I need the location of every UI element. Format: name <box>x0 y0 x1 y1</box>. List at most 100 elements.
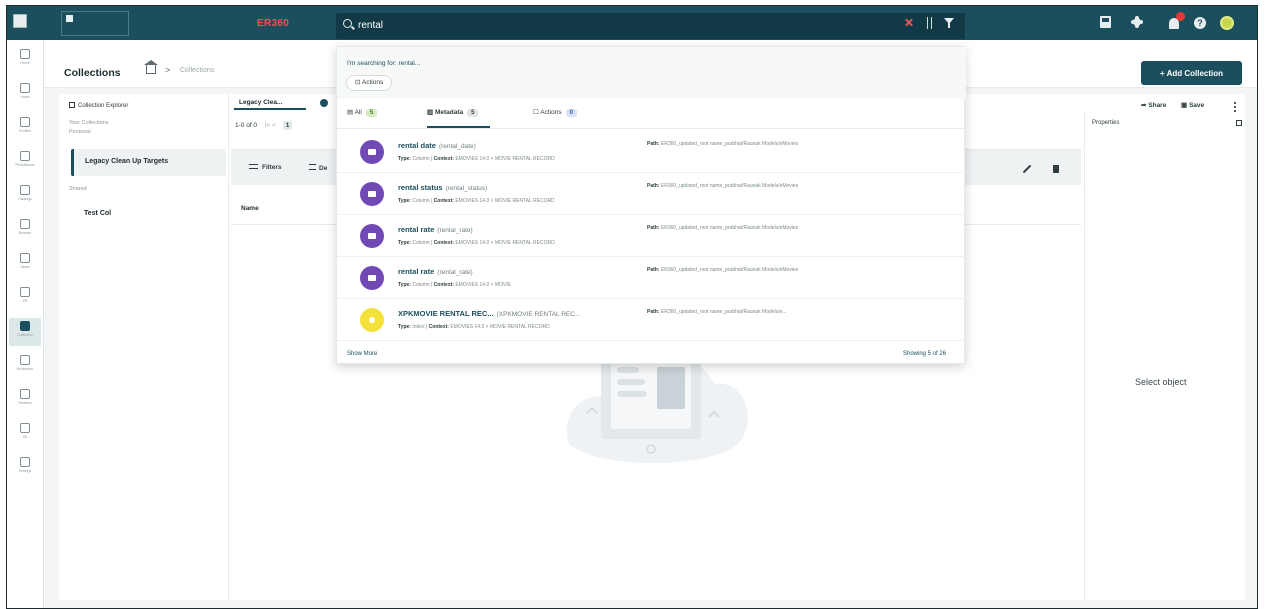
path-value: ER360_updated_root name_prabhat/Raunak M… <box>660 225 799 231</box>
result-tech-name: (XPKMOVIE RENTAL REC... <box>496 311 581 318</box>
show-more-link[interactable]: Show More <box>347 351 377 357</box>
pager: 1-0 of 0 |< < 1 <box>235 121 293 130</box>
product-name: ER360 <box>257 18 290 29</box>
result-path: Path: ER360_updated_root name_prabhat/Ra… <box>647 183 798 189</box>
result-item[interactable]: rental status (rental_status) Type: Colum… <box>337 173 966 215</box>
pager-prev-button[interactable]: |< < <box>265 122 276 129</box>
result-item[interactable]: rental date (rental_date) Type: Column | … <box>337 131 966 173</box>
clear-search-icon[interactable] <box>904 18 913 27</box>
result-name: XPKMOVIE RENTAL REC... (XPKMOVIE RENTAL R… <box>398 309 580 318</box>
home-icon[interactable] <box>144 60 158 74</box>
explorer-title: Collection Explorer <box>69 102 128 109</box>
sidebar-toggle-icon[interactable] <box>69 102 75 108</box>
tab-all[interactable]: ▤ All 5 <box>347 108 378 117</box>
path-label: Path: <box>647 309 660 315</box>
panel-toggle-icon[interactable] <box>1236 120 1242 126</box>
theme-toggle-icon[interactable] <box>1133 18 1141 26</box>
index-icon <box>360 308 384 332</box>
tab-metadata[interactable]: ▥ Metadata 5 <box>427 108 491 128</box>
filter-icon[interactable] <box>944 18 954 28</box>
company-logo <box>61 11 129 36</box>
result-item[interactable]: XPKMOVIE RENTAL REC... (XPKMOVIE RENTAL R… <box>337 299 966 341</box>
type-label: Type: <box>398 198 411 204</box>
nav-views[interactable]: Views <box>9 250 41 278</box>
result-tech-name: (rental_rate) <box>437 269 473 276</box>
description-button[interactable]: De <box>309 164 327 172</box>
nav-git[interactable]: Git <box>9 420 41 448</box>
nav-collection[interactable]: Collection <box>9 318 41 346</box>
breadcrumb-current: Collections <box>180 67 215 74</box>
result-item[interactable]: rental rate (rental_rate) Type: Column | … <box>337 257 966 299</box>
nav-label: ER <box>22 299 28 303</box>
path-value: ER360_updated_root name_prabhat/Raunak M… <box>660 183 799 189</box>
result-path: Path: ER360_updated_root name_prabhat/Ra… <box>647 267 798 273</box>
result-name-text: rental status <box>398 183 443 192</box>
search-icon <box>343 19 352 28</box>
user-icon <box>20 83 30 93</box>
global-search <box>336 13 965 39</box>
share-button[interactable]: ➦ Share <box>1141 101 1166 109</box>
collection-item-test[interactable]: Test Col <box>84 210 111 217</box>
worksheet-icon <box>20 355 30 365</box>
home-icon <box>20 49 30 59</box>
nav-users[interactable]: Users <box>9 80 41 108</box>
filters-button[interactable]: Filters <box>249 164 282 171</box>
result-item[interactable]: rental rate (rental_rate) Type: Column | … <box>337 215 966 257</box>
type-label: Type: <box>398 240 411 246</box>
tab-label: Actions <box>540 109 562 116</box>
help-icon[interactable]: ? <box>1194 17 1206 29</box>
add-collection-button[interactable]: + Add Collection <box>1141 61 1242 85</box>
nav-label: Catalogs <box>18 197 32 201</box>
type-value: Column <box>412 240 430 246</box>
search-input[interactable] <box>358 16 898 35</box>
result-meta: Type: Index | Context: EMOVIES 14.0 > MO… <box>398 324 550 330</box>
save-button[interactable]: ▣ Save <box>1181 101 1204 109</box>
notification-badge <box>1176 12 1185 21</box>
nav-settings[interactable]: Settings <box>9 454 41 482</box>
actions-chip[interactable]: ⊡ Actions <box>346 75 393 91</box>
collection-explorer: Collection Explorer Your Collections Per… <box>59 94 229 600</box>
nav-home[interactable]: Home <box>9 46 41 74</box>
searching-for-text[interactable]: I'm searching for: rental... <box>347 60 420 67</box>
check-icon <box>20 151 30 161</box>
nav-label: Profiles <box>19 129 31 133</box>
collection-item-legacy[interactable]: Legacy Clean Up Targets <box>71 149 226 176</box>
divider <box>927 17 928 29</box>
save-icon[interactable] <box>1100 16 1111 28</box>
filter-icon <box>249 164 258 169</box>
select-object-text: Select object <box>1135 377 1187 387</box>
nav-permissions[interactable]: Permissions <box>9 148 41 176</box>
nav-er[interactable]: ER <box>9 284 41 312</box>
app-window: ER360 ? Home Users Profiles Permissions … <box>6 5 1258 609</box>
personal-label: Personal <box>69 129 91 135</box>
nav-label: Users <box>20 95 30 99</box>
context-value: EMOVIES 14.0 > MOVIE RENTAL RECORD <box>455 240 555 246</box>
nav-browser[interactable]: Browser <box>9 216 41 244</box>
result-name: rental rate (rental_rate) <box>398 267 473 276</box>
result-name: rental status (rental_status) <box>398 183 487 192</box>
nav-profiles[interactable]: Profiles <box>9 114 41 142</box>
tab-close-icon[interactable] <box>320 99 328 107</box>
shared-label: Shared <box>69 186 87 192</box>
nav-reviews[interactable]: Reviews <box>9 386 41 414</box>
user-avatar[interactable] <box>1220 16 1234 30</box>
git-icon <box>20 423 30 433</box>
column-icon <box>360 224 384 248</box>
context-value: EMOVIES 14.0 > MOVIE <box>455 282 512 288</box>
save-label: Save <box>1188 102 1205 109</box>
context-label: Context: <box>433 156 454 162</box>
app-menu-icon[interactable] <box>13 14 27 28</box>
your-collections-label: Your Collections <box>69 120 109 126</box>
divider <box>931 17 932 29</box>
tab-legacy[interactable]: Legacy Clea... <box>234 96 306 110</box>
edit-icon[interactable] <box>1022 164 1032 174</box>
nav-catalogs[interactable]: Catalogs <box>9 182 41 210</box>
result-tech-name: (rental_rate) <box>437 227 473 234</box>
delete-icon[interactable] <box>1053 165 1059 173</box>
result-name-text: rental rate <box>398 267 435 276</box>
pager-page-number[interactable]: 1 <box>282 121 293 130</box>
nav-worksheet[interactable]: Worksheet <box>9 352 41 380</box>
name-column-header[interactable]: Name <box>241 205 259 212</box>
catalog-icon <box>20 185 30 195</box>
tab-actions[interactable]: ☐ Actions 0 <box>533 108 577 117</box>
